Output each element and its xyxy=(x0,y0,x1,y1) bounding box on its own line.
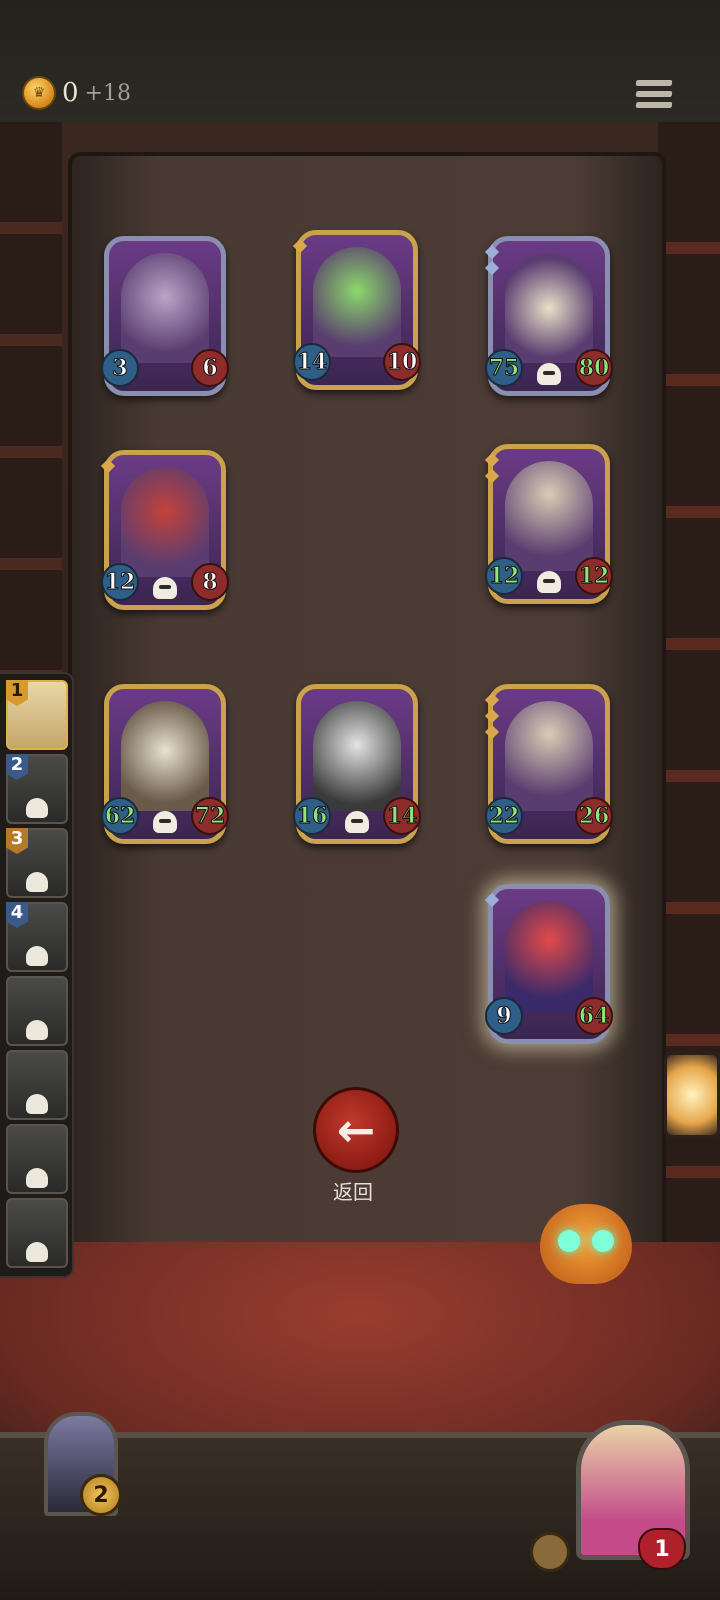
back-button[interactable]: ← xyxy=(313,1087,399,1173)
tier-pip-icon xyxy=(484,468,500,484)
opponent-portrait[interactable]: 2 xyxy=(6,754,68,824)
tier-pip-icon xyxy=(484,708,500,724)
opponent-portrait[interactable] xyxy=(6,1050,68,1120)
minion-card[interactable]: 62 72 xyxy=(101,684,229,844)
back-label: 返回 xyxy=(333,1180,373,1204)
opponent-rank: 3 xyxy=(6,828,28,854)
minion-art xyxy=(505,901,593,1011)
skull-icon xyxy=(26,872,48,892)
health-stat: 8 xyxy=(191,563,229,601)
health-heart: 1 xyxy=(638,1528,686,1570)
top-bar: ♛ 0 +18 xyxy=(0,0,720,124)
skull-icon xyxy=(345,811,369,833)
tier-pip-icon xyxy=(484,724,500,740)
opponent-rank: 1 xyxy=(6,680,28,706)
opponent-rank: 4 xyxy=(6,902,28,928)
opponent-portrait[interactable]: 1 xyxy=(6,680,68,750)
health-stat: 26 xyxy=(575,797,613,835)
minion-art xyxy=(121,701,209,811)
attack-stat: 14 xyxy=(293,343,331,381)
skull-icon xyxy=(26,1242,48,1262)
menu-icon xyxy=(635,80,673,86)
skull-icon xyxy=(537,363,561,385)
opponent-portrait[interactable] xyxy=(6,1124,68,1194)
skull-icon xyxy=(26,946,48,966)
menu-button[interactable] xyxy=(635,80,673,116)
health-stat: 80 xyxy=(575,349,613,387)
skull-icon xyxy=(153,811,177,833)
attack-stat: 12 xyxy=(101,563,139,601)
lantern-icon xyxy=(664,1052,720,1138)
skull-icon xyxy=(537,571,561,593)
opponent-portrait[interactable] xyxy=(6,976,68,1046)
skull-icon xyxy=(26,1020,48,1040)
gold-display: ♛ 0 +18 xyxy=(22,76,131,110)
pumpkin-eye xyxy=(558,1230,580,1252)
attack-stat: 9 xyxy=(485,997,523,1035)
health-stat: 14 xyxy=(383,797,421,835)
skull-icon xyxy=(26,1094,48,1114)
minion-art xyxy=(313,701,401,811)
gold-value: 0 xyxy=(62,78,79,108)
minion-card[interactable]: 75 80 xyxy=(484,236,613,396)
opponent-portrait[interactable]: 3 xyxy=(6,828,68,898)
bookshelf-right xyxy=(658,122,720,1322)
health-stat: 12 xyxy=(575,557,613,595)
minion-art xyxy=(121,467,209,577)
minion-art xyxy=(121,253,209,363)
minion-art xyxy=(313,247,401,357)
minion-card[interactable]: 14 10 xyxy=(292,230,421,390)
minion-card[interactable]: 22 26 xyxy=(484,684,613,844)
skull-icon xyxy=(26,798,48,818)
minion-card[interactable]: 3 6 xyxy=(101,236,229,396)
skull-icon xyxy=(153,577,177,599)
opponent-portrait[interactable]: 4 xyxy=(6,902,68,972)
minion-card[interactable]: 9 64 xyxy=(484,884,613,1044)
minion-art xyxy=(505,701,593,811)
health-stat: 6 xyxy=(191,349,229,387)
attack-stat: 3 xyxy=(101,349,139,387)
minion-card[interactable]: 12 8 xyxy=(100,450,229,610)
pumpkin-pet[interactable] xyxy=(540,1204,632,1284)
arrow-left-icon: ← xyxy=(336,1103,376,1157)
tavern-tier-badge: 2 xyxy=(80,1474,122,1516)
pumpkin-eye xyxy=(592,1230,614,1252)
health-stat: 10 xyxy=(383,343,421,381)
tier-pip-icon xyxy=(484,260,500,276)
acorn-icon[interactable] xyxy=(530,1532,570,1572)
attack-stat: 12 xyxy=(485,557,523,595)
minion-art xyxy=(505,461,593,571)
gold-coin-icon: ♛ xyxy=(22,76,56,110)
attack-stat: 62 xyxy=(101,797,139,835)
opponent-portrait[interactable] xyxy=(6,1198,68,1268)
skull-icon xyxy=(26,1168,48,1188)
attack-stat: 75 xyxy=(485,349,523,387)
minion-art xyxy=(505,253,593,363)
opponent-list: 1 2 3 4 xyxy=(0,672,74,1278)
attack-stat: 22 xyxy=(485,797,523,835)
minion-card[interactable]: 12 12 xyxy=(484,444,613,604)
minion-card[interactable]: 16 14 xyxy=(293,684,421,844)
opponent-rank: 2 xyxy=(6,754,28,780)
attack-stat: 16 xyxy=(293,797,331,835)
health-stat: 64 xyxy=(575,997,613,1035)
gold-income: +18 xyxy=(84,80,131,106)
health-stat: 72 xyxy=(191,797,229,835)
